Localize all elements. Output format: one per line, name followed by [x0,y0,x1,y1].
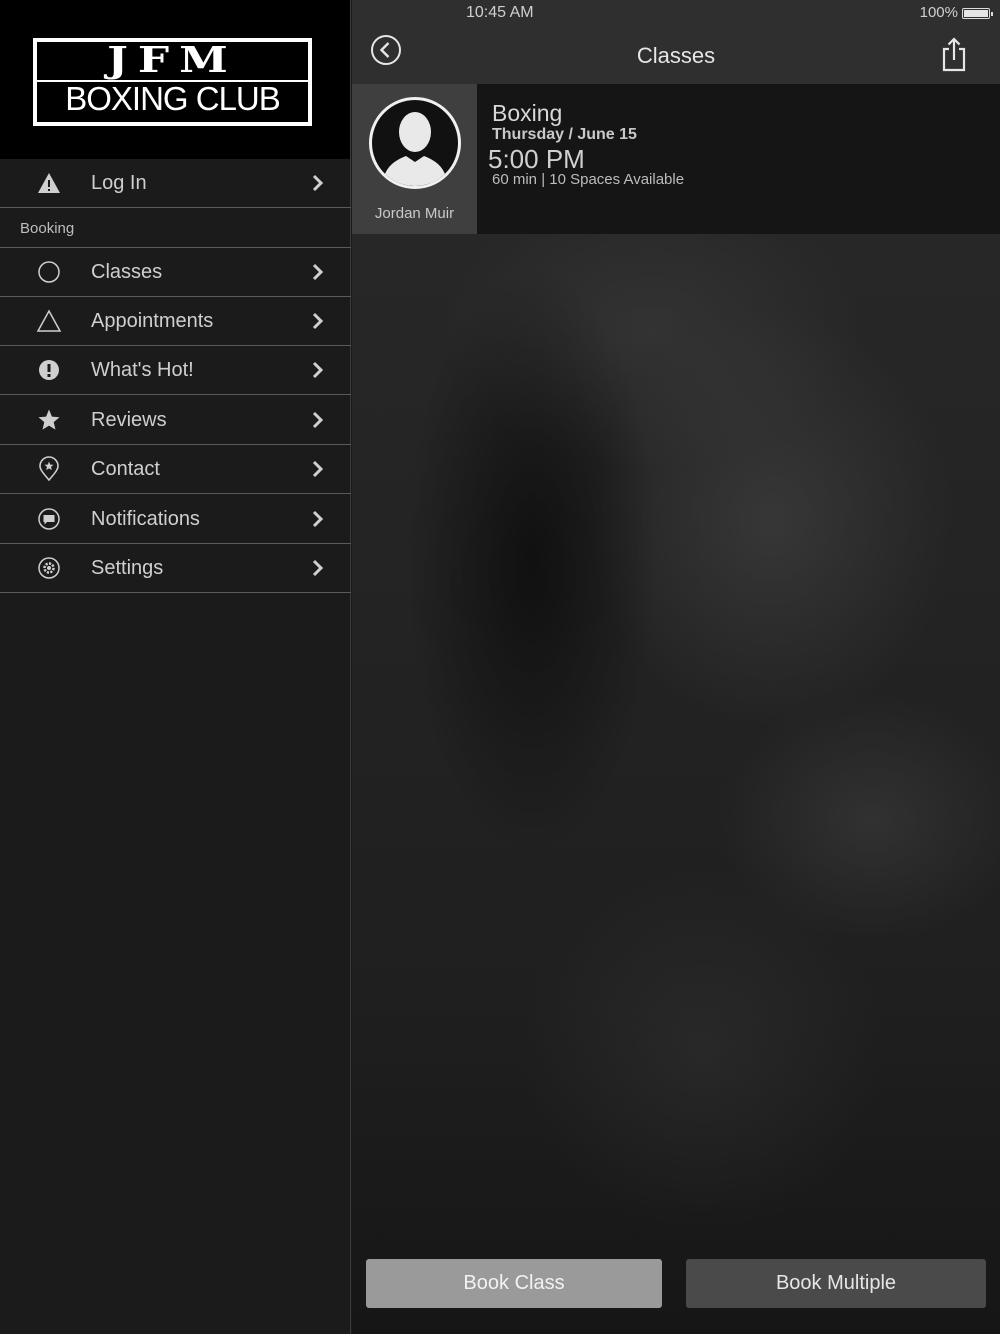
sidebar-item-contact[interactable]: Contact [0,445,351,494]
class-date: Thursday / June 15 [492,126,637,143]
status-time: 10:45 AM [466,4,534,21]
chevron-right-icon [310,311,326,331]
sidebar-item-label: Notifications [91,507,200,530]
share-icon[interactable] [940,36,968,72]
book-class-button[interactable]: Book Class [366,1259,662,1308]
battery-icon [962,8,993,19]
sidebar-item-appointments[interactable]: Appointments [0,297,351,346]
sidebar-item-reviews[interactable]: Reviews [0,396,351,445]
status-bar: 10:45 AM 100% [352,0,1000,26]
club-logo: JFM BOXING CLUB [33,38,312,126]
sidebar-item-settings[interactable]: Settings [0,544,351,593]
sidebar-item-whats-hot[interactable]: What's Hot! [0,346,351,395]
instructor-name: Jordan Muir [374,205,455,222]
chat-bubble-icon [36,506,62,532]
book-multiple-button[interactable]: Book Multiple [686,1259,986,1308]
chevron-right-icon [310,509,326,529]
sidebar-item-classes[interactable]: Classes [0,248,351,297]
class-name: Boxing [492,100,563,126]
sidebar-item-label: Log In [91,171,147,194]
instructor-panel[interactable]: Jordan Muir [352,84,477,234]
sidebar-item-login[interactable]: Log In [0,159,351,208]
sidebar-item-notifications[interactable]: Notifications [0,495,351,544]
triangle-outline-icon [36,308,62,334]
chevron-right-icon [310,459,326,479]
page-title: Classes [636,43,716,68]
chevron-right-icon [310,173,326,193]
exclamation-icon [36,357,62,383]
sidebar-item-label: What's Hot! [91,358,194,381]
logo-area: JFM BOXING CLUB [0,0,350,159]
star-icon [36,407,62,433]
avatar [369,97,461,189]
sidebar-item-label: Contact [91,457,160,480]
main-panel: 10:45 AM 100% Classes Jordan Muir Boxing… [352,0,1000,1334]
class-card[interactable]: Jordan Muir Boxing Thursday / June 15 5:… [352,84,1000,234]
sidebar-item-label: Appointments [91,309,214,332]
logo-text-top: JFM [107,40,238,81]
chevron-right-icon [310,410,326,430]
nav-bar: Classes [352,26,1000,84]
sidebar: JFM BOXING CLUB Log In Booking Classes A… [0,0,351,1334]
chevron-right-icon [310,558,326,578]
sidebar-item-label: Classes [91,260,163,283]
circle-outline-icon [36,259,62,285]
location-pin-icon [36,456,62,482]
warning-icon [36,170,62,196]
gear-icon [36,555,62,581]
section-label: Booking [20,220,75,237]
sidebar-item-label: Settings [91,556,164,579]
chevron-right-icon [310,262,326,282]
section-header-booking: Booking [0,209,351,248]
chevron-right-icon [310,360,326,380]
logo-text-bottom: BOXING CLUB [37,80,308,116]
class-meta: 60 min | 10 Spaces Available [492,171,685,188]
sidebar-item-label: Reviews [91,408,167,431]
battery-percent: 100% [919,4,958,21]
